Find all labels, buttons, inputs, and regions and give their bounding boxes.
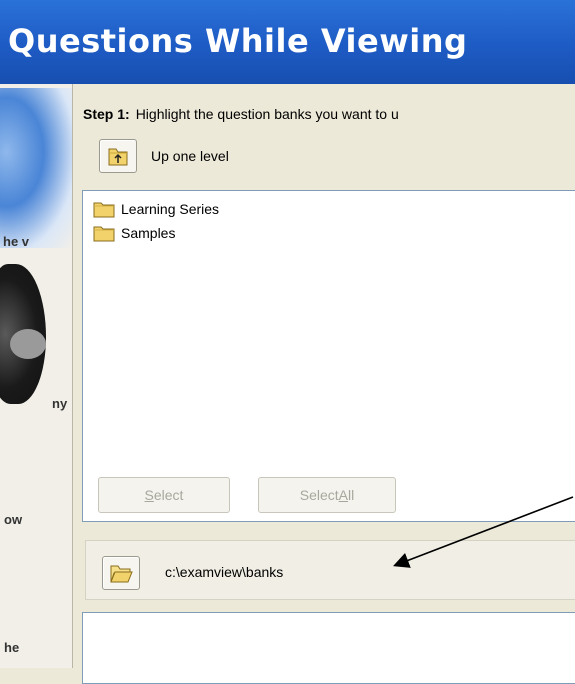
question-bank-list[interactable]: Learning Series Samples bbox=[82, 190, 575, 522]
up-one-level-label: Up one level bbox=[151, 148, 229, 164]
step-text: Highlight the question banks you want to… bbox=[135, 106, 399, 122]
left-text-fragment: ny bbox=[52, 396, 68, 411]
left-text-fragment: he bbox=[4, 640, 20, 655]
up-one-level-button[interactable] bbox=[99, 139, 137, 173]
folder-icon bbox=[93, 202, 115, 218]
select-button-accelerator: S bbox=[144, 487, 154, 503]
select-button-label-rest: elect bbox=[153, 487, 184, 503]
dark-graphic-highlight bbox=[10, 329, 46, 359]
select-all-button[interactable]: Select All bbox=[258, 477, 396, 513]
left-text-fragment: he v bbox=[3, 234, 30, 249]
path-panel bbox=[85, 540, 575, 600]
select-all-button-accelerator: A bbox=[338, 487, 349, 503]
list-item-label: Samples bbox=[121, 225, 176, 241]
selected-banks-list[interactable] bbox=[82, 612, 575, 684]
list-item-learning-series[interactable]: Learning Series bbox=[93, 198, 219, 220]
left-background-image: he v ny ow he bbox=[0, 84, 73, 668]
current-path: c:\examview\banks bbox=[165, 564, 284, 580]
folder-open-icon bbox=[110, 565, 133, 583]
main-content: Step 1: Highlight the question banks you … bbox=[73, 84, 575, 684]
select-button[interactable]: Select bbox=[98, 477, 230, 513]
select-all-button-label-rest: ll bbox=[348, 487, 355, 503]
folder-icon bbox=[93, 226, 115, 242]
title-bar: Questions While Viewing bbox=[0, 0, 575, 84]
left-text-fragment: ow bbox=[4, 512, 23, 527]
step-label: Step 1: bbox=[83, 106, 130, 122]
blue-graphic bbox=[0, 88, 72, 248]
list-item-label: Learning Series bbox=[121, 201, 220, 217]
select-all-button-label: Select bbox=[299, 487, 339, 503]
window-title: Questions While Viewing bbox=[8, 22, 468, 60]
step-1-instruction: Step 1: Highlight the question banks you … bbox=[83, 106, 399, 122]
folder-up-icon bbox=[108, 148, 128, 166]
browse-folder-button[interactable] bbox=[102, 556, 140, 590]
list-item-samples[interactable]: Samples bbox=[93, 222, 175, 244]
